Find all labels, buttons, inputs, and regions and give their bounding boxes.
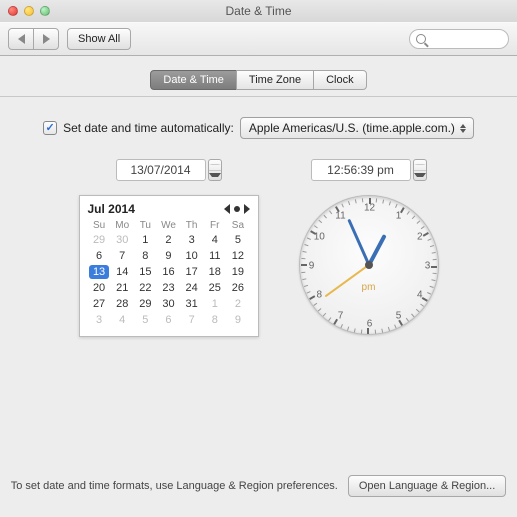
calendar-day[interactable]: 31 xyxy=(180,296,203,312)
calendar[interactable]: Jul 2014 SuMoTuWeThFrSa 2930123456789101… xyxy=(79,195,259,337)
tab-bar: Date & TimeTime ZoneClock xyxy=(0,56,517,97)
calendar-day[interactable]: 21 xyxy=(111,280,134,296)
calendar-day[interactable]: 18 xyxy=(203,264,226,280)
tab-clock[interactable]: Clock xyxy=(313,70,367,90)
tab-date-time[interactable]: Date & Time xyxy=(150,70,237,90)
calendar-day[interactable]: 30 xyxy=(111,232,134,248)
window-title: Date & Time xyxy=(0,4,517,18)
auto-set-checkbox[interactable]: ✓ xyxy=(43,121,57,135)
calendar-day[interactable]: 9 xyxy=(157,248,180,264)
toolbar: Show All xyxy=(0,22,517,56)
clock-number: 2 xyxy=(417,232,423,243)
calendar-day[interactable]: 11 xyxy=(203,248,226,264)
forward-button[interactable] xyxy=(33,28,59,50)
calendar-day[interactable]: 7 xyxy=(180,312,203,328)
calendar-day[interactable]: 4 xyxy=(111,312,134,328)
calendar-day[interactable]: 15 xyxy=(134,264,157,280)
footer-text: To set date and time formats, use Langua… xyxy=(11,480,338,492)
time-server-value: Apple Americas/U.S. (time.apple.com.) xyxy=(249,121,455,135)
time-field[interactable] xyxy=(311,159,411,181)
calendar-day[interactable]: 2 xyxy=(226,296,249,312)
clock-number: 7 xyxy=(338,311,344,322)
search-icon xyxy=(416,34,426,44)
clock-number: 8 xyxy=(316,290,322,301)
calendar-weekday: We xyxy=(157,219,180,232)
titlebar: Date & Time xyxy=(0,0,517,22)
calendar-day[interactable]: 24 xyxy=(180,280,203,296)
chevron-right-icon xyxy=(43,34,50,44)
clock-number: 12 xyxy=(364,203,375,214)
time-server-dropdown[interactable]: Apple Americas/U.S. (time.apple.com.) xyxy=(240,117,474,139)
calendar-day[interactable]: 6 xyxy=(88,248,111,264)
date-stepper[interactable] xyxy=(208,159,222,181)
calendar-day[interactable]: 12 xyxy=(226,248,249,264)
chevron-left-icon xyxy=(18,34,25,44)
calendar-day[interactable]: 16 xyxy=(157,264,180,280)
dropdown-caret-icon xyxy=(457,121,469,135)
auto-set-label: Set date and time automatically: xyxy=(63,121,234,135)
calendar-day[interactable]: 27 xyxy=(88,296,111,312)
clock-number: 9 xyxy=(309,261,315,272)
checkmark-icon: ✓ xyxy=(45,123,54,134)
date-field[interactable] xyxy=(116,159,206,181)
calendar-day[interactable]: 8 xyxy=(134,248,157,264)
calendar-month-label: Jul 2014 xyxy=(88,202,135,216)
calendar-day[interactable]: 22 xyxy=(134,280,157,296)
analog-clock: pm 121234567891011 xyxy=(299,195,439,335)
calendar-day[interactable]: 29 xyxy=(134,296,157,312)
calendar-day[interactable]: 17 xyxy=(180,264,203,280)
calendar-day[interactable]: 4 xyxy=(203,232,226,248)
clock-number: 3 xyxy=(425,261,431,272)
calendar-day[interactable]: 13 xyxy=(88,264,111,280)
calendar-day[interactable]: 3 xyxy=(88,312,111,328)
calendar-day[interactable]: 29 xyxy=(88,232,111,248)
tab-time-zone[interactable]: Time Zone xyxy=(236,70,314,90)
calendar-next-icon[interactable] xyxy=(244,204,250,214)
calendar-weekday: Sa xyxy=(226,219,249,232)
search-field[interactable] xyxy=(409,29,509,49)
calendar-weekday: Tu xyxy=(134,219,157,232)
calendar-day[interactable]: 30 xyxy=(157,296,180,312)
calendar-weekday: Su xyxy=(88,219,111,232)
clock-ampm: pm xyxy=(362,282,376,293)
calendar-day[interactable]: 25 xyxy=(203,280,226,296)
calendar-day[interactable]: 23 xyxy=(157,280,180,296)
calendar-day[interactable]: 3 xyxy=(180,232,203,248)
calendar-today-icon[interactable] xyxy=(234,206,240,212)
calendar-day[interactable]: 2 xyxy=(157,232,180,248)
calendar-day[interactable]: 20 xyxy=(88,280,111,296)
time-stepper[interactable] xyxy=(413,159,427,181)
calendar-day[interactable]: 28 xyxy=(111,296,134,312)
calendar-day[interactable]: 6 xyxy=(157,312,180,328)
calendar-prev-icon[interactable] xyxy=(224,204,230,214)
back-button[interactable] xyxy=(8,28,34,50)
calendar-day[interactable]: 26 xyxy=(226,280,249,296)
calendar-weekday: Th xyxy=(180,219,203,232)
calendar-weekday: Mo xyxy=(111,219,134,232)
calendar-day[interactable]: 1 xyxy=(134,232,157,248)
calendar-day[interactable]: 7 xyxy=(111,248,134,264)
clock-center-icon xyxy=(365,261,373,269)
calendar-day[interactable]: 5 xyxy=(226,232,249,248)
calendar-day[interactable]: 5 xyxy=(134,312,157,328)
calendar-day[interactable]: 10 xyxy=(180,248,203,264)
calendar-day[interactable]: 14 xyxy=(111,264,134,280)
calendar-day[interactable]: 8 xyxy=(203,312,226,328)
calendar-day[interactable]: 19 xyxy=(226,264,249,280)
calendar-weekday: Fr xyxy=(203,219,226,232)
clock-minute-hand xyxy=(347,219,370,266)
open-language-region-button[interactable]: Open Language & Region... xyxy=(348,475,506,497)
show-all-button[interactable]: Show All xyxy=(67,28,131,50)
calendar-day[interactable]: 9 xyxy=(226,312,249,328)
calendar-day[interactable]: 1 xyxy=(203,296,226,312)
